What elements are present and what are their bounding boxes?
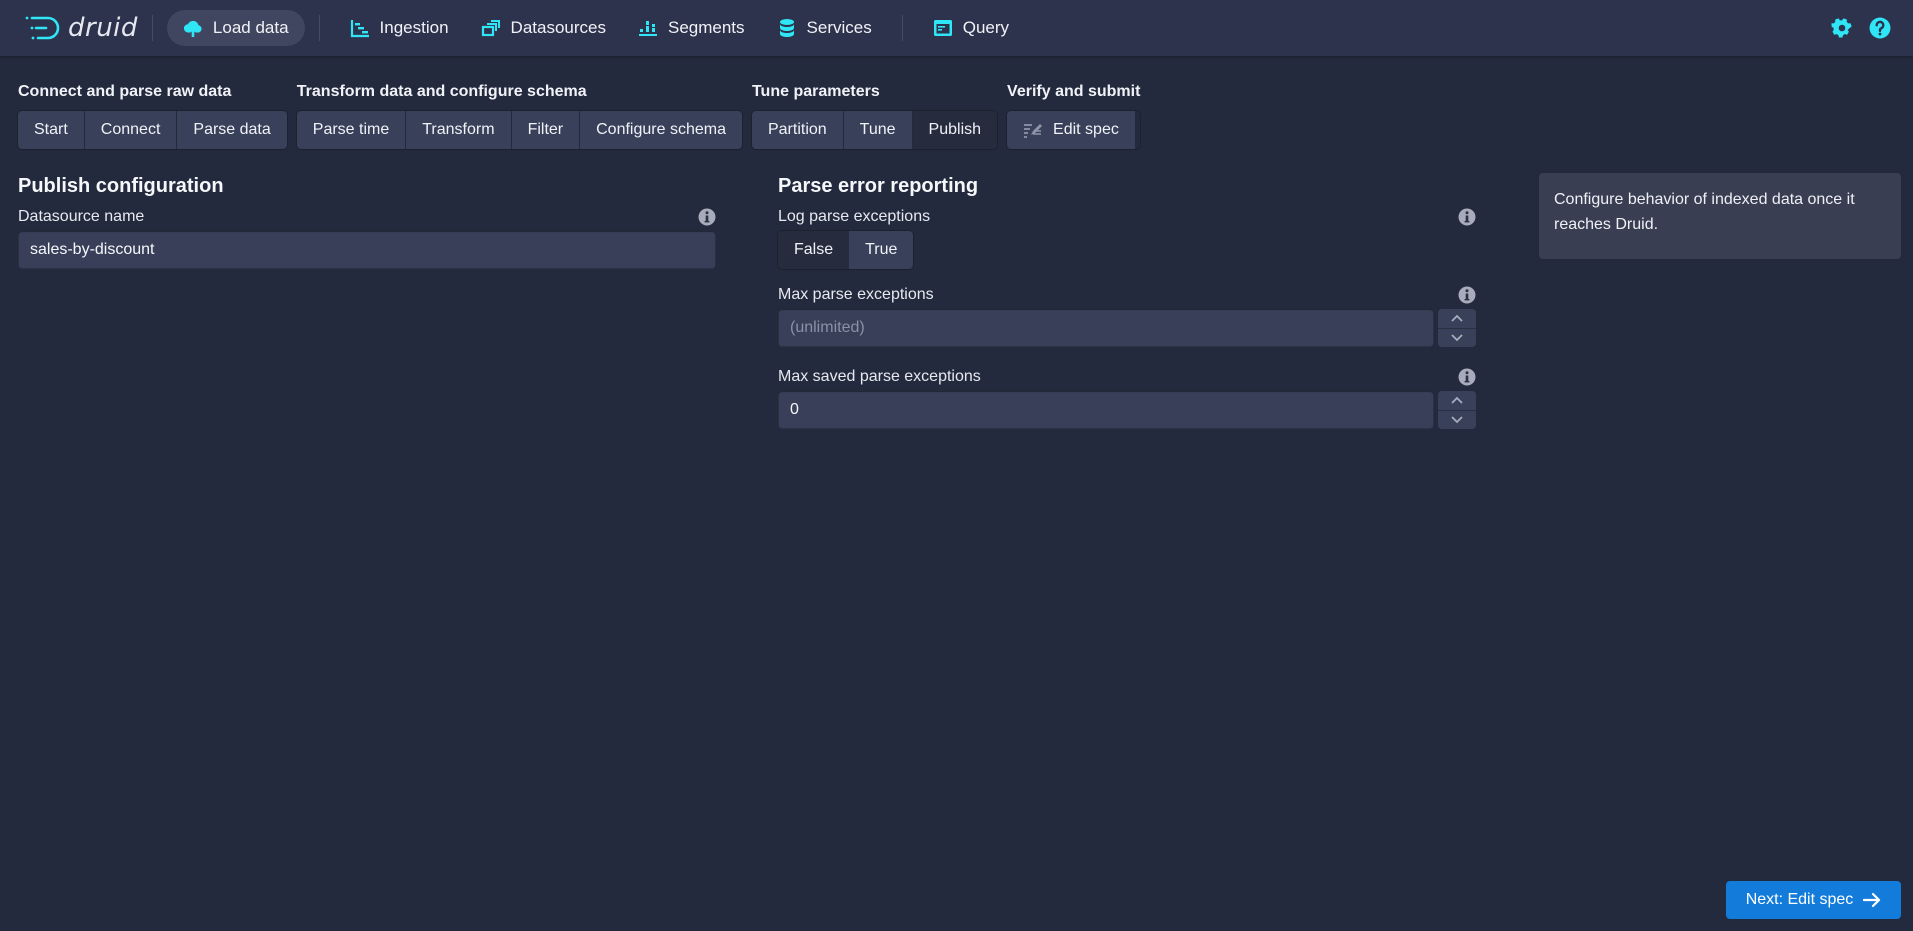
nav-segments-label: Segments — [667, 18, 745, 37]
max-saved-parse-exceptions-label: Max saved parse exceptions — [778, 368, 981, 385]
top-navbar: druid Load data Ingestion Datasources Se… — [0, 0, 1913, 56]
decrement-button[interactable] — [1438, 329, 1476, 348]
annotation-icon — [1024, 124, 1043, 138]
cloud-upload-icon — [183, 20, 202, 37]
nav-services[interactable]: Services — [761, 10, 888, 46]
publish-configuration-section: Publish configuration Datasource name sa… — [18, 173, 716, 269]
toggle-false[interactable]: False — [778, 231, 850, 269]
chevron-down-icon — [1451, 416, 1463, 424]
nav-divider — [318, 15, 320, 41]
chevron-down-icon — [1451, 334, 1463, 342]
step-parse-time[interactable]: Parse time — [296, 111, 407, 149]
max-parse-exceptions-input[interactable]: (unlimited) — [778, 309, 1435, 347]
chevron-up-icon — [1451, 396, 1463, 404]
nav-load-data-label: Load data — [212, 18, 289, 37]
log-parse-exceptions-toggle: False True — [778, 231, 914, 269]
nav-services-label: Services — [806, 18, 872, 37]
step-group-transform: Transform data and configure schema Pars… — [296, 81, 742, 149]
stacked-chart-icon — [638, 21, 657, 36]
help-icon[interactable] — [1869, 17, 1891, 39]
datasource-name-label: Datasource name — [18, 208, 145, 225]
settings-icon[interactable] — [1831, 17, 1853, 39]
step-group-title: Tune parameters — [751, 83, 880, 100]
max-saved-parse-exceptions-stepper — [1438, 391, 1476, 429]
section-title: Publish configuration — [18, 175, 224, 197]
nav-datasources-label: Datasources — [510, 18, 606, 37]
step-edit-spec-label: Edit spec — [1053, 121, 1119, 138]
multi-select-icon — [481, 20, 500, 37]
gantt-chart-icon — [350, 20, 369, 38]
druid-logo[interactable]: druid — [24, 3, 138, 53]
decrement-button[interactable] — [1438, 411, 1476, 430]
increment-button[interactable] — [1438, 309, 1476, 329]
next-edit-spec-button[interactable]: Next: Edit spec — [1726, 881, 1901, 919]
max-saved-parse-exceptions-input[interactable]: 0 — [778, 391, 1435, 429]
database-icon — [779, 19, 794, 37]
nav-query-label: Query — [962, 18, 1010, 37]
info-icon[interactable] — [1458, 208, 1476, 226]
step-group-verify: Verify and submit Edit spec — [1007, 81, 1140, 149]
datasource-name-input[interactable]: sales-by-discount — [18, 231, 716, 269]
step-group-title: Connect and parse raw data — [18, 83, 232, 100]
next-button-label: Next: Edit spec — [1745, 891, 1854, 908]
nav-load-data[interactable]: Load data — [166, 10, 305, 46]
application-icon — [933, 20, 952, 36]
druid-logo-icon — [25, 16, 60, 40]
step-tune[interactable]: Tune — [843, 111, 913, 149]
arrow-right-icon — [1863, 892, 1881, 908]
section-title: Parse error reporting — [778, 175, 979, 197]
step-group-title: Verify and submit — [1007, 83, 1141, 100]
step-group-connect: Connect and parse raw data Start Connect… — [18, 81, 287, 149]
parse-error-reporting-section: Parse error reporting Log parse exceptio… — [778, 173, 1476, 429]
max-parse-exceptions-label: Max parse exceptions — [778, 286, 934, 303]
nav-ingestion-label: Ingestion — [379, 18, 449, 37]
nav-divider — [151, 15, 153, 41]
step-publish[interactable]: Publish — [912, 111, 998, 149]
info-icon[interactable] — [1458, 286, 1476, 304]
info-icon[interactable] — [1458, 368, 1476, 386]
nav-divider — [901, 15, 903, 41]
increment-button[interactable] — [1438, 391, 1476, 411]
log-parse-exceptions-label: Log parse exceptions — [778, 208, 931, 225]
nav-ingestion[interactable]: Ingestion — [334, 10, 465, 46]
step-parse-data[interactable]: Parse data — [177, 111, 287, 149]
nav-query[interactable]: Query — [917, 10, 1025, 46]
toggle-true[interactable]: True — [849, 231, 914, 269]
step-transform[interactable]: Transform — [406, 111, 512, 149]
logo-text: druid — [68, 13, 138, 43]
info-callout: Configure behavior of indexed data once … — [1539, 173, 1901, 259]
step-start[interactable]: Start — [18, 111, 85, 149]
chevron-up-icon — [1451, 314, 1463, 322]
max-parse-exceptions-stepper — [1438, 309, 1476, 347]
nav-segments[interactable]: Segments — [622, 10, 761, 46]
nav-datasources[interactable]: Datasources — [465, 10, 622, 46]
step-group-tune: Tune parameters Partition Tune Publish — [751, 81, 998, 149]
step-edit-spec[interactable]: Edit spec — [1007, 111, 1135, 149]
step-configure-schema[interactable]: Configure schema — [580, 111, 742, 149]
step-partition[interactable]: Partition — [751, 111, 844, 149]
step-filter[interactable]: Filter — [511, 111, 581, 149]
step-connect[interactable]: Connect — [84, 111, 178, 149]
wizard-steps: Connect and parse raw data Start Connect… — [18, 81, 1140, 149]
info-icon[interactable] — [698, 208, 716, 226]
step-group-title: Transform data and configure schema — [296, 83, 587, 100]
